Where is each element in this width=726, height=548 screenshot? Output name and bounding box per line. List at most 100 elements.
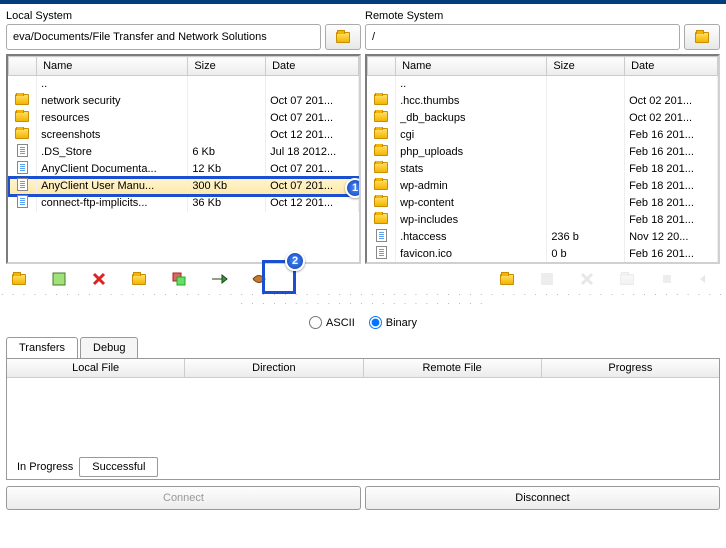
local-path-input[interactable] <box>6 24 321 50</box>
table-row[interactable]: connect-ftp-implicits...36 KbOct 12 201.… <box>9 195 359 212</box>
th-direction[interactable]: Direction <box>185 359 363 377</box>
folder-icon <box>620 274 634 285</box>
folder-icon <box>15 128 29 139</box>
col-date[interactable]: Date <box>625 57 718 76</box>
th-remote[interactable]: Remote File <box>364 359 542 377</box>
tab-debug[interactable]: Debug <box>80 337 138 358</box>
remote-browse-button[interactable] <box>684 24 720 50</box>
cell-name: AnyClient Documenta... <box>37 161 188 178</box>
cell-name: php_uploads <box>396 144 547 161</box>
table-row[interactable]: wp-contentFeb 18 201... <box>368 195 718 212</box>
th-local[interactable]: Local File <box>7 359 185 377</box>
subtab-inprogress[interactable]: In Progress <box>11 457 79 477</box>
remote-new-folder-button[interactable] <box>498 270 516 288</box>
col-icon[interactable] <box>9 57 37 76</box>
remote-edit-button <box>538 270 556 288</box>
table-row[interactable]: php_uploads Feb 16 201... <box>368 144 718 161</box>
cell-name: _db_backups <box>396 110 547 127</box>
table-row[interactable]: network securityOct 07 201... <box>9 93 359 110</box>
archive-button[interactable] <box>250 270 268 288</box>
table-row[interactable]: AnyClient User Manu...300 KbOct 07 201..… <box>9 178 359 195</box>
new-folder-button[interactable] <box>10 270 28 288</box>
cell-name: connect-ftp-implicits... <box>37 195 188 212</box>
table-row[interactable]: favicon.ico0 bFeb 16 201... <box>368 246 718 263</box>
local-panel: Local System Name Size Date ..network se… <box>6 8 361 264</box>
table-row[interactable]: AnyClient Documenta...12 KbOct 07 201... <box>9 161 359 178</box>
remote-file-grid[interactable]: Name Size Date ...hcc.thumbs Oct 02 201..… <box>365 54 720 264</box>
local-title: Local System <box>6 8 361 24</box>
local-toolbar <box>10 270 268 288</box>
cell-date: Feb 18 201... <box>625 212 718 229</box>
table-row[interactable]: screenshotsOct 12 201... <box>9 127 359 144</box>
binary-label: Binary <box>386 317 417 329</box>
cell-name: wp-includes <box>396 212 547 229</box>
cell-date: Jul 18 2012... <box>266 144 359 161</box>
cell-date: Oct 07 201... <box>266 161 359 178</box>
table-row[interactable]: statsFeb 18 201... <box>368 161 718 178</box>
folder-icon <box>374 162 388 173</box>
rename-button[interactable] <box>130 270 148 288</box>
cell-name: .. <box>37 76 188 93</box>
edit-button[interactable] <box>50 270 68 288</box>
cell-date: Oct 02 201... <box>625 93 718 110</box>
cell-size <box>547 144 625 161</box>
remote-path-input[interactable] <box>365 24 680 50</box>
table-row[interactable]: .htaccess236 bNov 12 20... <box>368 229 718 246</box>
file-icon <box>376 246 387 259</box>
table-row[interactable]: .. <box>368 76 718 93</box>
transfer-queue: Local File Direction Remote File Progres… <box>6 358 720 480</box>
cell-size: 12 Kb <box>188 161 266 178</box>
refresh-button[interactable] <box>170 270 188 288</box>
cell-size <box>547 178 625 195</box>
col-size[interactable]: Size <box>547 57 625 76</box>
cell-name: .hcc.thumbs <box>396 93 547 110</box>
delete-button[interactable] <box>90 270 108 288</box>
cell-name: screenshots <box>37 127 188 144</box>
cell-size: 300 Kb <box>188 178 266 195</box>
tab-transfers[interactable]: Transfers <box>6 337 78 358</box>
local-browse-button[interactable] <box>325 24 361 50</box>
divider: · · · · · · · · · · · · · · · · · · · · … <box>0 290 726 312</box>
folder-icon <box>374 94 388 105</box>
cell-date: Feb 16 201... <box>625 144 718 161</box>
table-row[interactable]: wp-admin Feb 18 201... <box>368 178 718 195</box>
folder-icon <box>695 32 709 43</box>
col-date[interactable]: Date <box>266 57 359 76</box>
cell-name: wp-admin <box>396 178 547 195</box>
cell-date: Feb 16 201... <box>625 246 718 263</box>
cell-name: wp-content <box>396 195 547 212</box>
subtab-successful[interactable]: Successful <box>79 457 158 477</box>
cell-date: Oct 02 201... <box>625 110 718 127</box>
table-row[interactable]: .hcc.thumbs Oct 02 201... <box>368 93 718 110</box>
upload-button[interactable] <box>210 270 228 288</box>
folder-icon <box>374 213 388 224</box>
col-name[interactable]: Name <box>396 57 547 76</box>
ascii-radio[interactable]: ASCII <box>309 316 355 329</box>
table-row[interactable]: .. <box>9 76 359 93</box>
folder-icon <box>374 145 388 156</box>
cell-name: .htaccess <box>396 229 547 246</box>
file-icon <box>17 195 28 208</box>
cell-name: AnyClient User Manu... <box>37 178 188 195</box>
remote-delete-button <box>578 270 596 288</box>
connect-button[interactable]: Connect <box>6 486 361 510</box>
table-row[interactable]: resourcesOct 07 201... <box>9 110 359 127</box>
col-size[interactable]: Size <box>188 57 266 76</box>
local-file-grid[interactable]: Name Size Date ..network securityOct 07 … <box>6 54 361 264</box>
cell-size: 236 b <box>547 229 625 246</box>
table-row[interactable]: wp-includes Feb 18 201... <box>368 212 718 229</box>
disconnect-button[interactable]: Disconnect <box>365 486 720 510</box>
cell-name: network security <box>37 93 188 110</box>
folder-icon <box>12 274 26 285</box>
table-row[interactable]: cgiFeb 16 201... <box>368 127 718 144</box>
th-progress[interactable]: Progress <box>542 359 719 377</box>
cell-date: Feb 18 201... <box>625 178 718 195</box>
col-icon[interactable] <box>368 57 396 76</box>
folder-icon <box>15 111 29 122</box>
table-row[interactable]: .DS_Store6 KbJul 18 2012... <box>9 144 359 161</box>
col-name[interactable]: Name <box>37 57 188 76</box>
download-button <box>698 270 716 288</box>
binary-radio[interactable]: Binary <box>369 316 417 329</box>
cell-date: Nov 12 20... <box>625 229 718 246</box>
table-row[interactable]: _db_backups Oct 02 201... <box>368 110 718 127</box>
